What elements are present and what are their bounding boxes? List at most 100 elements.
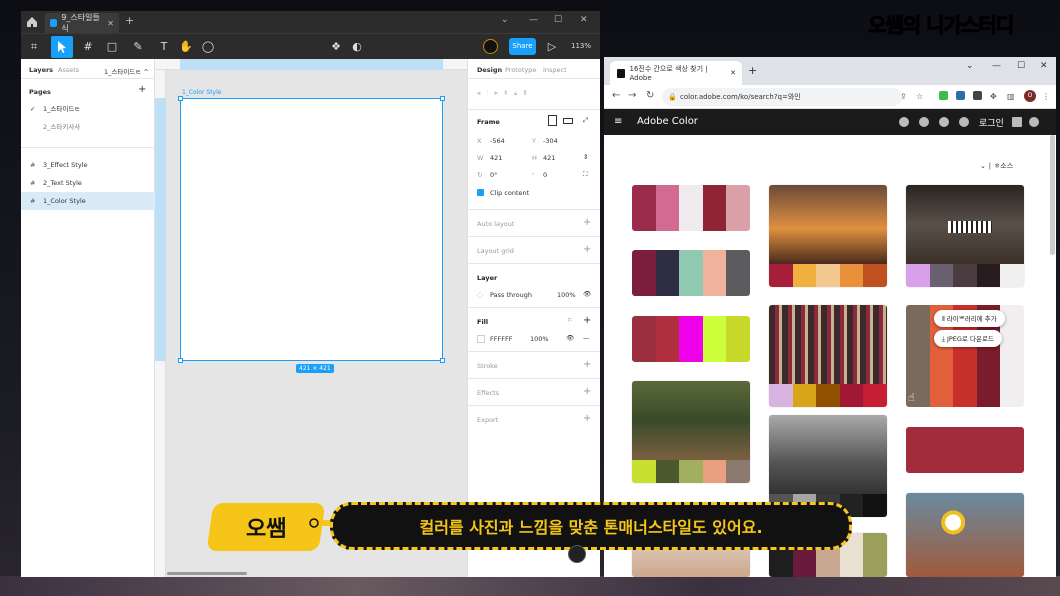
page-item[interactable]: ✓ 1_스타이드ㅌ bbox=[21, 100, 155, 118]
color-swatch[interactable] bbox=[702, 185, 727, 231]
extension-icon[interactable] bbox=[973, 91, 982, 100]
login-button[interactable]: 로그인 bbox=[979, 116, 1004, 129]
theme-icon[interactable] bbox=[899, 117, 909, 127]
extension-icon[interactable] bbox=[939, 91, 948, 100]
vertical-scrollbar[interactable] bbox=[1050, 135, 1055, 255]
color-swatch[interactable] bbox=[632, 185, 656, 231]
sidebar-icon[interactable]: ▥ bbox=[1007, 92, 1015, 101]
color-swatch[interactable] bbox=[863, 264, 887, 287]
tab-assets[interactable]: Assets bbox=[58, 66, 79, 74]
avatar[interactable] bbox=[483, 39, 498, 54]
creative-cloud-icon[interactable] bbox=[1029, 117, 1039, 127]
maximize-icon[interactable]: ☐ bbox=[1017, 61, 1025, 71]
fill-swatch[interactable] bbox=[477, 335, 485, 343]
tab-layers[interactable]: Layers bbox=[29, 66, 53, 74]
color-swatch[interactable] bbox=[726, 316, 750, 362]
color-swatch[interactable] bbox=[769, 264, 793, 287]
maximize-icon[interactable]: ☐ bbox=[554, 15, 562, 25]
color-swatch[interactable] bbox=[655, 250, 680, 296]
landscape-icon[interactable] bbox=[563, 118, 573, 124]
resize-handle[interactable] bbox=[178, 96, 183, 101]
back-icon[interactable]: ← bbox=[612, 90, 620, 101]
tab-inspect[interactable]: Inspect bbox=[543, 66, 567, 74]
color-style-frame[interactable] bbox=[178, 96, 445, 363]
tab-prototype[interactable]: Prototype bbox=[505, 66, 536, 74]
kebab-menu-icon[interactable]: ⋮ bbox=[1042, 92, 1050, 101]
color-swatch[interactable] bbox=[655, 185, 680, 231]
x-field[interactable]: -564 bbox=[490, 137, 505, 145]
chat-icon[interactable] bbox=[959, 117, 969, 127]
palette-card[interactable] bbox=[632, 316, 750, 362]
minimize-icon[interactable]: — bbox=[992, 61, 1001, 71]
color-swatch[interactable] bbox=[679, 316, 703, 362]
palette-card[interactable] bbox=[632, 250, 750, 296]
play-icon[interactable]: ▷ bbox=[545, 40, 559, 54]
minimize-icon[interactable]: — bbox=[529, 15, 538, 25]
layer-item[interactable]: #3_Effect Style bbox=[21, 156, 155, 174]
sort-selector[interactable]: ⌄ ∣ ㅎ소스 bbox=[980, 161, 1013, 171]
contrast-icon[interactable]: ◐ bbox=[350, 40, 364, 54]
pen-tool-icon[interactable]: ✎ bbox=[131, 40, 145, 54]
width-field[interactable]: 421 bbox=[490, 154, 502, 162]
color-swatch[interactable] bbox=[679, 460, 703, 483]
color-swatch[interactable] bbox=[816, 384, 840, 407]
resize-fit-icon[interactable]: ⤢ bbox=[583, 116, 588, 125]
color-swatch[interactable] bbox=[792, 264, 817, 287]
layer-opacity[interactable]: 100% bbox=[557, 291, 576, 299]
reload-icon[interactable]: ↻ bbox=[646, 90, 654, 101]
resize-handle[interactable] bbox=[178, 358, 183, 363]
style-grid-icon[interactable]: ⁙ bbox=[567, 316, 572, 324]
clip-content-checkbox[interactable] bbox=[477, 189, 484, 196]
photo-theme-card[interactable] bbox=[906, 185, 1024, 287]
radius-field[interactable]: 0 bbox=[543, 171, 547, 179]
close-window-icon[interactable]: ✕ bbox=[580, 15, 588, 25]
photo-theme-card[interactable] bbox=[769, 305, 887, 407]
color-swatch[interactable] bbox=[816, 264, 840, 287]
color-swatch[interactable] bbox=[702, 250, 727, 296]
add-effect-icon[interactable]: + bbox=[583, 386, 591, 397]
color-swatch[interactable] bbox=[679, 250, 703, 296]
color-swatch[interactable] bbox=[839, 264, 864, 287]
extension-icon[interactable] bbox=[956, 91, 965, 100]
page-item[interactable]: 2_스타키사사 bbox=[21, 118, 155, 136]
color-swatch[interactable] bbox=[726, 185, 750, 231]
add-export-icon[interactable]: + bbox=[583, 413, 591, 424]
frame-title[interactable]: Frame bbox=[477, 118, 500, 126]
rotation-field[interactable]: 0° bbox=[490, 171, 497, 179]
profile-avatar[interactable]: O bbox=[1024, 90, 1036, 102]
color-swatch[interactable] bbox=[679, 185, 703, 231]
add-fill-icon[interactable]: + bbox=[583, 315, 591, 326]
add-stroke-icon[interactable]: + bbox=[583, 359, 591, 370]
add-page-icon[interactable]: + bbox=[138, 84, 146, 95]
eye-icon[interactable]: 👁 bbox=[566, 334, 574, 342]
fill-hex[interactable]: FFFFFF bbox=[490, 335, 512, 343]
shape-tool-icon[interactable]: □ bbox=[105, 40, 119, 54]
layer-item[interactable]: #2_Text Style bbox=[21, 174, 155, 192]
photo-theme-card[interactable] bbox=[632, 381, 750, 483]
add-layout-grid-icon[interactable]: + bbox=[583, 244, 591, 255]
color-swatch[interactable] bbox=[953, 264, 977, 287]
new-tab-icon[interactable]: + bbox=[125, 14, 134, 27]
app-title[interactable]: Adobe Color bbox=[637, 116, 698, 127]
text-tool-icon[interactable]: T bbox=[157, 40, 171, 54]
frame-tool-icon[interactable]: # bbox=[81, 40, 95, 54]
resize-handle[interactable] bbox=[440, 358, 445, 363]
height-field[interactable]: 421 bbox=[543, 154, 555, 162]
share-button[interactable]: Share bbox=[509, 38, 536, 55]
horizontal-scrollbar[interactable] bbox=[167, 572, 247, 575]
chevron-down-icon[interactable]: ⌄ bbox=[966, 61, 974, 71]
align-icons[interactable]: ⫷⫶⫸⫩⫨⫪ bbox=[477, 89, 533, 98]
tab-design[interactable]: Design bbox=[477, 66, 502, 74]
color-swatch[interactable] bbox=[726, 250, 750, 296]
forward-icon[interactable]: → bbox=[628, 90, 636, 101]
apps-grid-icon[interactable] bbox=[1012, 117, 1022, 127]
color-swatch[interactable] bbox=[906, 427, 1024, 473]
layer-item-selected[interactable]: #1_Color Style bbox=[21, 192, 155, 210]
color-swatch[interactable] bbox=[702, 316, 727, 362]
color-swatch[interactable] bbox=[1000, 264, 1024, 287]
y-field[interactable]: -304 bbox=[543, 137, 558, 145]
new-tab-icon[interactable]: + bbox=[748, 64, 757, 77]
color-swatch[interactable] bbox=[863, 384, 887, 407]
figma-file-tab[interactable]: 9_스타일들식 ✕ bbox=[45, 13, 119, 33]
browser-tab[interactable]: 16진수 간으로 색상 찾기 | Adobe ✕ bbox=[610, 61, 742, 85]
